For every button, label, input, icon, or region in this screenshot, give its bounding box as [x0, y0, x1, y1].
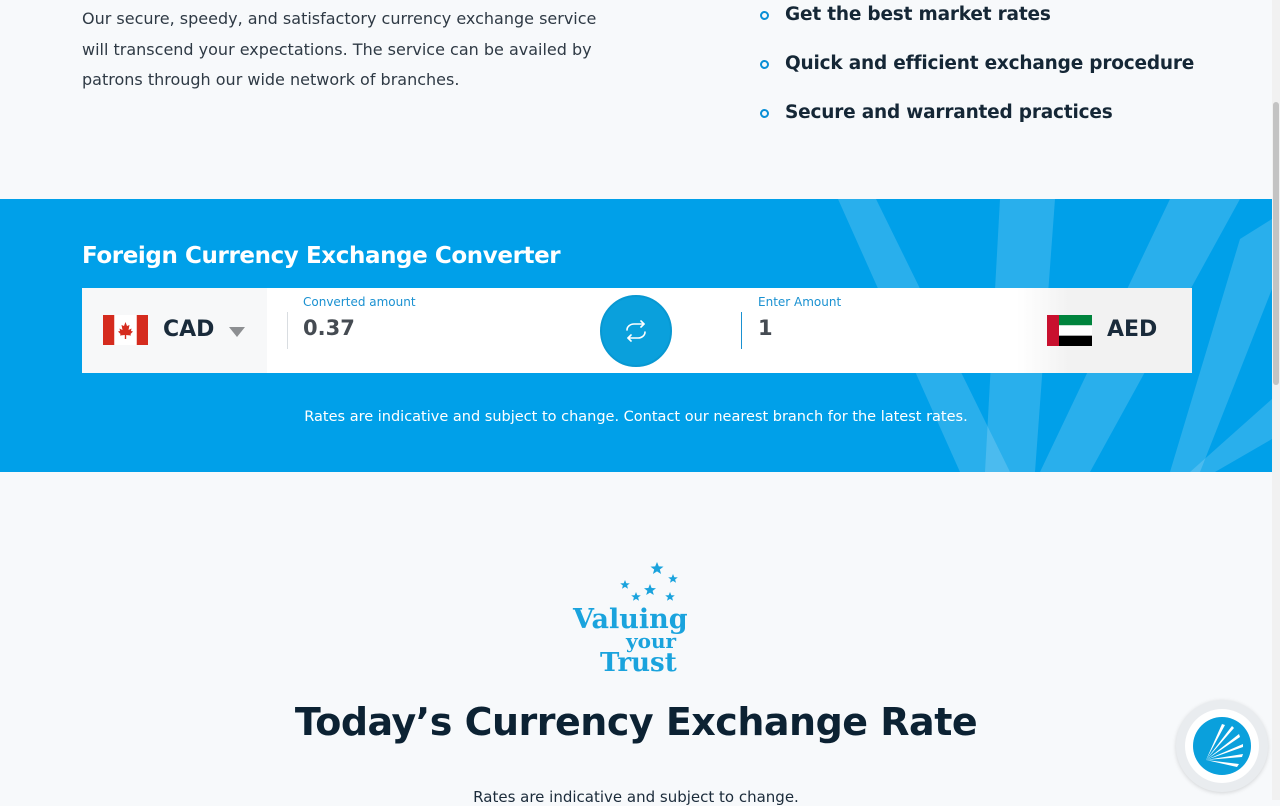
logo-line-3: Trust	[600, 648, 677, 678]
to-currency-select[interactable]: AED	[1017, 288, 1192, 373]
chat-widget-button[interactable]	[1176, 700, 1268, 792]
currency-converter: CAD Converted amount Enter Amount A	[82, 288, 1192, 373]
converted-amount-label: Converted amount	[303, 295, 416, 309]
field-divider	[741, 312, 742, 349]
brand-burst-icon	[1193, 717, 1251, 775]
from-currency-select[interactable]: CAD	[82, 288, 267, 373]
converter-section: Foreign Currency Exchange Converter CAD …	[0, 199, 1272, 472]
to-currency-code: AED	[1107, 317, 1158, 342]
converter-title: Foreign Currency Exchange Converter	[82, 243, 561, 269]
rates-disclaimer: Rates are indicative and subject to chan…	[304, 409, 968, 425]
feature-label: Get the best market rates	[785, 4, 1051, 25]
uae-flag-icon	[1047, 315, 1092, 346]
enter-amount-input[interactable]	[758, 316, 1008, 340]
converted-amount-input[interactable]	[303, 316, 583, 340]
canada-flag-icon	[103, 315, 148, 345]
valuing-your-trust-logo: Valuing your Trust	[572, 562, 688, 678]
feature-item: Get the best market rates	[760, 0, 1194, 39]
feature-label: Secure and warranted practices	[785, 102, 1113, 123]
swap-currency-button[interactable]	[600, 295, 672, 367]
field-divider	[287, 312, 288, 349]
scrollbar-thumb[interactable]	[1273, 102, 1279, 385]
exchange-rate-heading: Today’s Currency Exchange Rate	[294, 700, 978, 744]
feature-label: Quick and efficient exchange procedure	[785, 53, 1195, 74]
bullet-icon	[760, 108, 769, 118]
enter-amount-label: Enter Amount	[758, 295, 842, 309]
intro-paragraph: Our secure, speedy, and satisfactory cur…	[82, 9, 597, 89]
chevron-down-icon	[229, 327, 245, 337]
rates-note: Rates are indicative and subject to chan…	[473, 788, 799, 806]
page-scrollbar[interactable]	[1272, 0, 1280, 800]
chat-widget-inner	[1185, 709, 1259, 783]
bullet-icon	[760, 10, 769, 20]
bullet-icon	[760, 59, 769, 69]
swap-icon	[626, 320, 646, 342]
feature-item: Quick and efficient exchange procedure	[760, 39, 1194, 88]
from-currency-code: CAD	[163, 317, 215, 342]
feature-item: Secure and warranted practices	[760, 88, 1194, 137]
feature-list: Get the best market rates Quick and effi…	[760, 0, 1194, 137]
